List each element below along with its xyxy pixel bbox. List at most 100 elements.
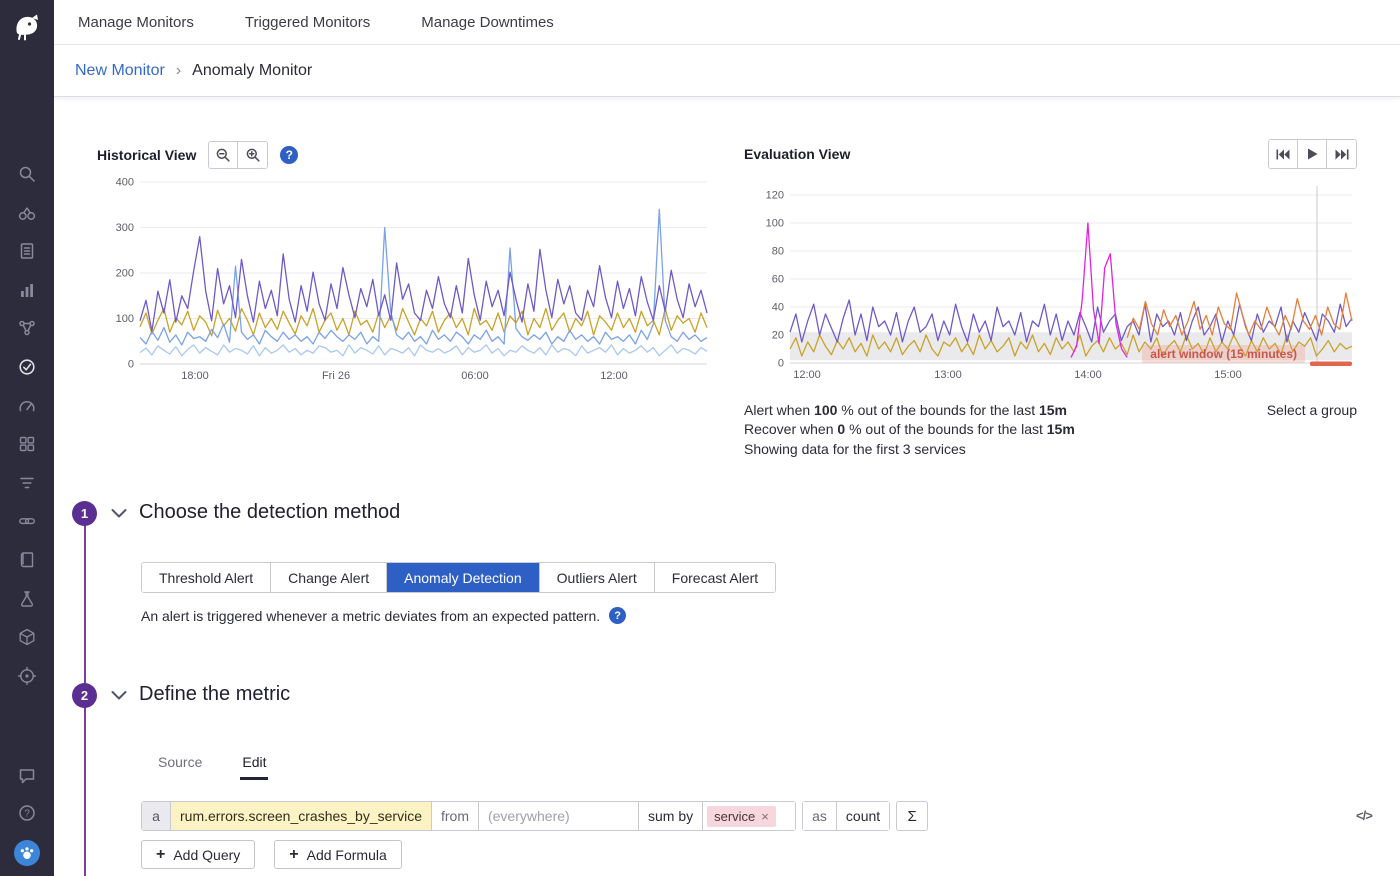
- svg-text:18:00: 18:00: [181, 370, 209, 382]
- svg-text:40: 40: [772, 302, 784, 314]
- evaluation-view-header: Evaluation View: [744, 139, 1357, 169]
- datadog-logo[interactable]: [0, 0, 54, 54]
- showing-data-line: Showing data for the first 3 services: [744, 440, 1075, 459]
- step-1-badge: 1: [72, 501, 97, 526]
- add-formula-label: Add Formula: [307, 847, 387, 863]
- alert-window-label: alert window (15 minutes): [1142, 345, 1305, 363]
- historical-chart[interactable]: 010020030040018:00Fri 2606:0012:00: [95, 172, 711, 384]
- historical-view-title: Historical View: [97, 147, 196, 163]
- zoom-in-button[interactable]: [238, 142, 267, 168]
- rewind-button[interactable]: [1269, 140, 1298, 168]
- evaluation-chart[interactable]: 02040608010012012:0013:0014:0015:00 aler…: [744, 185, 1356, 383]
- add-query-button[interactable]: + Add Query: [141, 840, 255, 869]
- query-actions: + Add Query + Add Formula: [141, 840, 402, 869]
- filter-icon[interactable]: [17, 473, 37, 493]
- group-tag-service[interactable]: service ×: [707, 806, 776, 827]
- monitors-icon[interactable]: [17, 357, 37, 377]
- detection-method-group: Threshold Alert Change Alert Anomaly Det…: [141, 562, 776, 593]
- svg-text:60: 60: [772, 274, 784, 286]
- section-2-title: Define the metric: [139, 683, 290, 706]
- zoom-controls: [208, 141, 268, 169]
- incidents-icon[interactable]: [17, 666, 37, 686]
- notebook-icon[interactable]: [17, 241, 37, 261]
- query-group: a rum.errors.screen_crashes_by_service f…: [141, 801, 796, 831]
- logs-icon[interactable]: [17, 550, 37, 570]
- svg-text:80: 80: [772, 246, 784, 258]
- method-help-icon[interactable]: ?: [609, 607, 626, 624]
- alert-condition-line: Alert when 100 % out of the bounds for t…: [744, 401, 1075, 420]
- svg-text:400: 400: [116, 177, 134, 189]
- step-2-badge: 2: [72, 683, 97, 708]
- breadcrumb-current: Anomaly Monitor: [192, 62, 312, 80]
- fast-forward-button[interactable]: [1327, 140, 1356, 168]
- add-query-label: Add Query: [173, 847, 240, 863]
- svg-text:12:00: 12:00: [793, 369, 821, 381]
- svg-text:14:00: 14:00: [1074, 369, 1102, 381]
- breadcrumb-separator: ›: [176, 62, 181, 80]
- method-forecast-alert[interactable]: Forecast Alert: [655, 563, 775, 592]
- tab-source[interactable]: Source: [156, 754, 204, 780]
- breadcrumb-link-new-monitor[interactable]: New Monitor: [75, 62, 165, 80]
- evaluation-view-title: Evaluation View: [744, 146, 850, 162]
- sidebar-bottom: ?: [0, 766, 54, 866]
- historical-chart-canvas: 010020030040018:00Fri 2606:0012:00: [95, 172, 711, 384]
- zoom-out-button[interactable]: [209, 142, 238, 168]
- svg-text:?: ?: [24, 809, 30, 820]
- svg-text:0: 0: [128, 359, 134, 371]
- tab-edit[interactable]: Edit: [240, 754, 268, 780]
- aggregator-select[interactable]: count: [837, 802, 889, 830]
- svg-text:300: 300: [116, 222, 134, 234]
- search-icon[interactable]: [17, 164, 37, 184]
- svg-text:0: 0: [778, 358, 784, 370]
- service-map-icon[interactable]: [17, 511, 37, 531]
- metrics-icon[interactable]: [17, 280, 37, 300]
- select-a-group-label: Select a group: [1267, 402, 1357, 418]
- network-icon[interactable]: [17, 318, 37, 338]
- chat-icon[interactable]: [17, 766, 37, 786]
- alert-conditions: Alert when 100 % out of the bounds for t…: [744, 401, 1075, 459]
- synthetics-icon[interactable]: [17, 589, 37, 609]
- sigma-functions-button[interactable]: Σ: [896, 801, 928, 831]
- method-description: An alert is triggered whenever a metric …: [141, 608, 600, 624]
- method-description-row: An alert is triggered whenever a metric …: [141, 607, 626, 624]
- code-view-toggle-icon[interactable]: </>: [1356, 808, 1372, 823]
- scope-input[interactable]: (everywhere): [479, 802, 639, 830]
- tab-manage-monitors[interactable]: Manage Monitors: [78, 14, 194, 31]
- group-tag-label: service: [714, 809, 755, 824]
- section-1-title: Choose the detection method: [139, 501, 400, 524]
- historical-help-icon[interactable]: ?: [280, 146, 298, 164]
- play-button[interactable]: [1298, 140, 1327, 168]
- section-2-collapse-chevron-icon[interactable]: [110, 690, 128, 701]
- method-change-alert[interactable]: Change Alert: [271, 563, 387, 592]
- apm-icon[interactable]: [17, 396, 37, 416]
- method-outliers-alert[interactable]: Outliers Alert: [540, 563, 655, 592]
- sidebar: ?: [0, 0, 54, 876]
- historical-view-header: Historical View ?: [97, 141, 298, 169]
- svg-text:13:00: 13:00: [934, 369, 962, 381]
- integrations-icon[interactable]: [17, 434, 37, 454]
- method-anomaly-detection[interactable]: Anomaly Detection: [387, 563, 540, 592]
- tab-manage-downtimes[interactable]: Manage Downtimes: [421, 14, 554, 31]
- svg-text:Fri 26: Fri 26: [322, 370, 350, 382]
- query-letter-toggle[interactable]: a: [142, 802, 171, 830]
- add-formula-button[interactable]: + Add Formula: [274, 840, 402, 869]
- recover-condition-line: Recover when 0 % out of the bounds for t…: [744, 420, 1075, 439]
- from-label: from: [432, 802, 479, 830]
- plus-icon: +: [156, 847, 165, 863]
- section-1-collapse-chevron-icon[interactable]: [110, 508, 128, 519]
- watchdog-icon[interactable]: [17, 203, 37, 223]
- security-icon[interactable]: [17, 627, 37, 647]
- metric-editor-tabs: Source Edit: [156, 754, 268, 780]
- metric-name-input[interactable]: rum.errors.screen_crashes_by_service: [171, 802, 432, 830]
- method-threshold-alert[interactable]: Threshold Alert: [142, 563, 271, 592]
- query-row: a rum.errors.screen_crashes_by_service f…: [141, 801, 928, 831]
- svg-text:20: 20: [772, 330, 784, 342]
- group-by-input[interactable]: service ×: [703, 802, 795, 830]
- breadcrumb: New Monitor › Anomaly Monitor: [54, 45, 1400, 97]
- avatar[interactable]: [14, 840, 40, 866]
- tab-triggered-monitors[interactable]: Triggered Monitors: [245, 14, 370, 31]
- svg-text:12:00: 12:00: [600, 370, 628, 382]
- svg-text:100: 100: [116, 313, 134, 325]
- remove-tag-icon[interactable]: ×: [761, 809, 769, 824]
- help-icon[interactable]: ?: [17, 803, 37, 823]
